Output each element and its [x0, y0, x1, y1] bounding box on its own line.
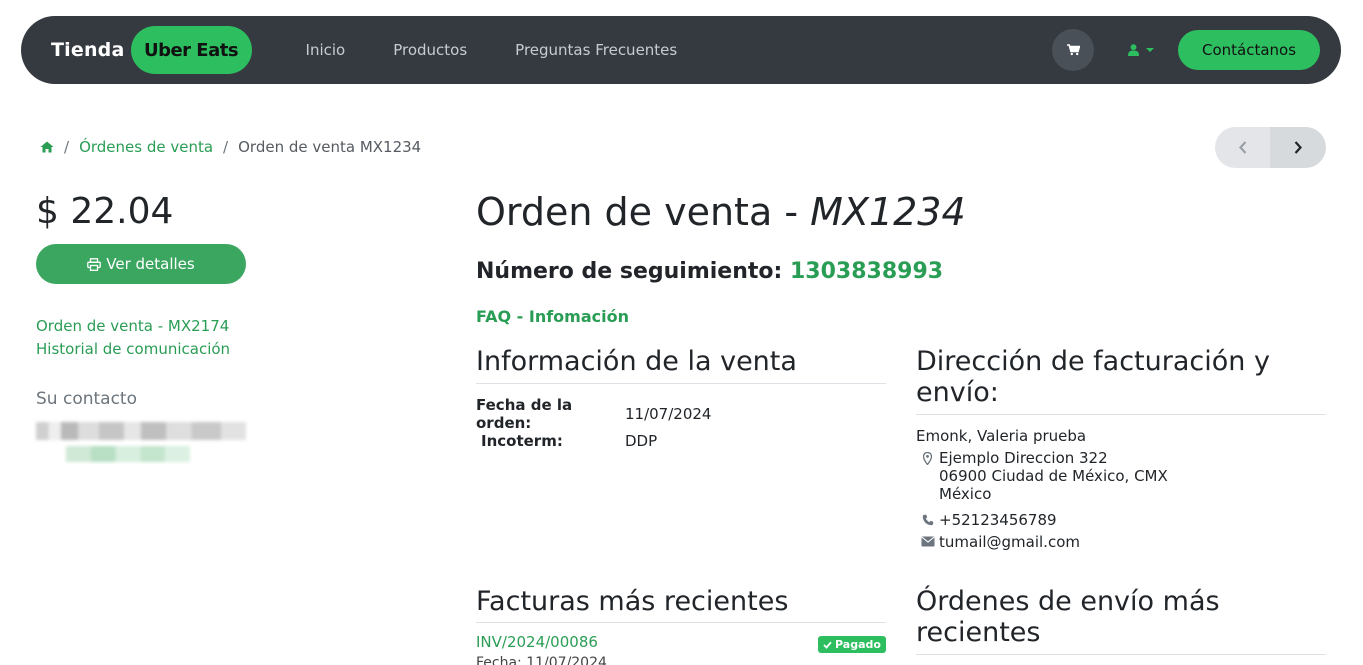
brand-text: Tienda [51, 39, 125, 61]
related-order-link[interactable]: Orden de venta - MX2174 [36, 315, 230, 338]
nav-link-productos[interactable]: Productos [393, 41, 467, 59]
invoices-heading: Facturas más recientes [476, 586, 789, 617]
order-amount: $ 22.04 [36, 191, 174, 232]
phone-icon [916, 511, 939, 526]
redacted-contact-name [36, 422, 246, 440]
breadcrumb-sales-orders[interactable]: Órdenes de venta [79, 138, 213, 156]
cart-icon [1066, 44, 1080, 56]
envelope-icon [916, 533, 939, 547]
map-marker-icon [916, 449, 939, 465]
incoterm-label: Incoterm: [481, 431, 563, 450]
email-row: tumail@gmail.com [916, 533, 1168, 551]
next-record-button[interactable] [1270, 127, 1326, 168]
address-line: México [939, 485, 992, 503]
status-badge-label: Pagado [835, 638, 881, 651]
nav-right: Contáctanos [1052, 29, 1320, 71]
home-icon[interactable] [40, 141, 54, 153]
divider [916, 654, 1326, 655]
chevron-right-icon [1294, 141, 1302, 154]
incoterm-row: Incoterm: DDP [476, 427, 711, 454]
user-menu-button[interactable] [1128, 44, 1154, 56]
related-links: Orden de venta - MX2174 Historial de com… [36, 315, 230, 361]
order-date-label: Fecha de la orden: [476, 395, 573, 432]
phone-row: +52123456789 [916, 511, 1168, 529]
divider [916, 414, 1326, 415]
incoterm-value: DDP [625, 431, 658, 450]
billing-heading: Dirección de facturación y envío: [916, 346, 1270, 408]
record-pager [1215, 127, 1326, 168]
redacted-contact [36, 422, 246, 466]
tracking-number: Número de seguimiento: 1303838993 [476, 259, 944, 284]
nav-link-faq[interactable]: Preguntas Frecuentes [515, 41, 677, 59]
order-date-row: Fecha de la orden: 11/07/2024 [476, 396, 712, 432]
address-lines: Ejemplo Direccion 322 06900 Ciudad de Mé… [939, 449, 1168, 503]
email-address: tumail@gmail.com [939, 533, 1080, 551]
nav-links: Inicio Productos Preguntas Frecuentes [306, 41, 726, 59]
nav-link-inicio[interactable]: Inicio [306, 41, 346, 59]
address-line: 06900 Ciudad de México, CMX [939, 467, 1168, 485]
cart-button[interactable] [1052, 29, 1094, 71]
status-badge: Pagado [818, 636, 886, 653]
previous-record-button[interactable] [1215, 127, 1270, 168]
brand-pill: Uber Eats [130, 26, 252, 74]
invoice-date: Fecha: 11/07/2024 [476, 655, 607, 665]
check-icon [823, 641, 832, 649]
order-date-value: 11/07/2024 [625, 404, 712, 423]
divider [476, 622, 886, 623]
contact-button[interactable]: Contáctanos [1178, 30, 1320, 70]
printer-icon [87, 257, 102, 271]
customer-name: Emonk, Valeria prueba [916, 427, 1087, 445]
top-navbar: Tienda Uber Eats Inicio Productos Pregun… [21, 16, 1341, 84]
brand-logo[interactable]: Tienda Uber Eats [51, 26, 252, 74]
address-line: Ejemplo Direccion 322 [939, 449, 1108, 467]
breadcrumb: / Órdenes de venta / Orden de venta MX12… [40, 136, 421, 158]
invoice-link[interactable]: INV/2024/00086 [476, 633, 598, 651]
page-title: Orden de venta - MX1234 [476, 190, 966, 234]
billing-address: Emonk, Valeria prueba Ejemplo Direccion … [916, 426, 1168, 551]
communication-history-link[interactable]: Historial de comunicación [36, 338, 230, 361]
contact-title: Su contacto [36, 389, 137, 409]
shipments-heading: Órdenes de envío más recientes [916, 586, 1220, 648]
view-details-label: Ver detalles [106, 255, 195, 273]
sale-info-heading: Información de la venta [476, 346, 797, 377]
address-row: Ejemplo Direccion 322 06900 Ciudad de Mé… [916, 449, 1168, 503]
breadcrumb-separator: / [64, 138, 70, 156]
chevron-down-icon [1146, 48, 1154, 52]
breadcrumb-current: Orden de venta MX1234 [238, 138, 422, 156]
faq-link[interactable]: FAQ - Infomación [476, 307, 629, 326]
sale-info-table: Fecha de la orden: 11/07/2024 Incoterm: … [476, 396, 712, 454]
chevron-left-icon [1238, 141, 1246, 154]
breadcrumb-separator: / [223, 138, 229, 156]
phone-number: +52123456789 [939, 511, 1057, 529]
view-details-button[interactable]: Ver detalles [36, 244, 246, 284]
divider [476, 383, 886, 384]
user-icon [1128, 44, 1139, 56]
redacted-contact-email [66, 446, 190, 462]
